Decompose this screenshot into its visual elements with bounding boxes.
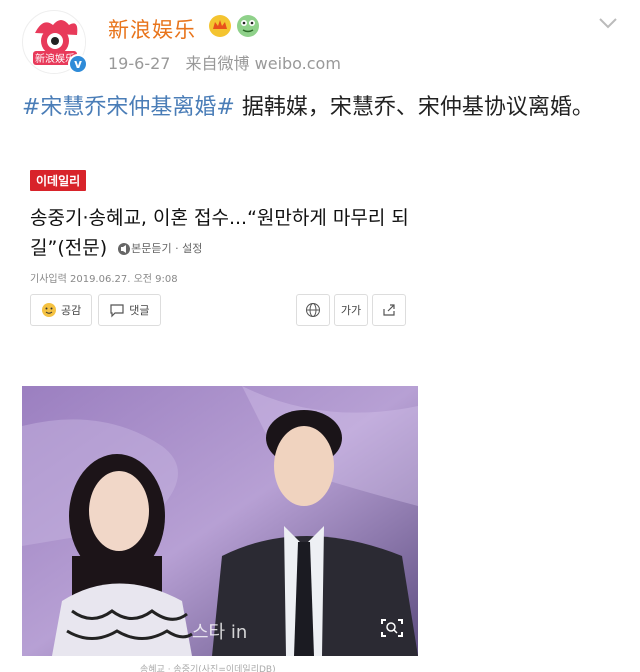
comment-icon <box>110 304 124 318</box>
share-button <box>372 294 406 326</box>
post-source[interactable]: 来自微博 weibo.com <box>186 54 341 73</box>
post-body: 据韩媒，宋慧乔、宋仲基协议离婚。 <box>234 95 594 120</box>
share-icon <box>383 304 395 316</box>
globe-icon <box>306 303 320 317</box>
caption-strip <box>0 660 640 672</box>
frog-badge-icon <box>237 15 259 37</box>
post-meta: 19-6-27 来自微博 weibo.com <box>108 50 351 74</box>
news-reaction-buttons: 공감 댓글 <box>30 294 161 326</box>
hashtag-link[interactable]: #宋慧乔宋仲基离婚# <box>22 95 235 120</box>
photo-illustration: 스타 in <box>22 386 418 656</box>
like-button: 공감 <box>30 294 93 326</box>
font-size-button: 가가 <box>334 294 368 326</box>
crown-badge-icon <box>209 15 231 37</box>
smiley-icon <box>42 303 56 317</box>
verified-badge-icon: v <box>68 54 88 74</box>
post-date: 19-6-27 <box>108 54 171 73</box>
like-label: 공감 <box>61 304 82 317</box>
photo-caption: 송혜교 · 송중기(사진=이데일리DB) <box>140 665 276 672</box>
photo-watermark: 스타 in <box>192 622 247 643</box>
user-badges <box>208 14 260 38</box>
news-tool-buttons: 가가 <box>296 294 406 326</box>
news-action-area: 공감 댓글 가가 <box>30 170 420 340</box>
news-photo[interactable]: 스타 in <box>22 386 418 656</box>
chevron-down-icon[interactable] <box>598 16 618 30</box>
comment-button: 댓글 <box>98 294 161 326</box>
globe-button <box>296 294 330 326</box>
comment-label: 댓글 <box>129 304 150 317</box>
username[interactable]: 新浪娱乐 <box>108 14 196 44</box>
post-text: #宋慧乔宋仲基离婚# 据韩媒，宋慧乔、宋仲基协议离婚。 <box>22 90 622 126</box>
